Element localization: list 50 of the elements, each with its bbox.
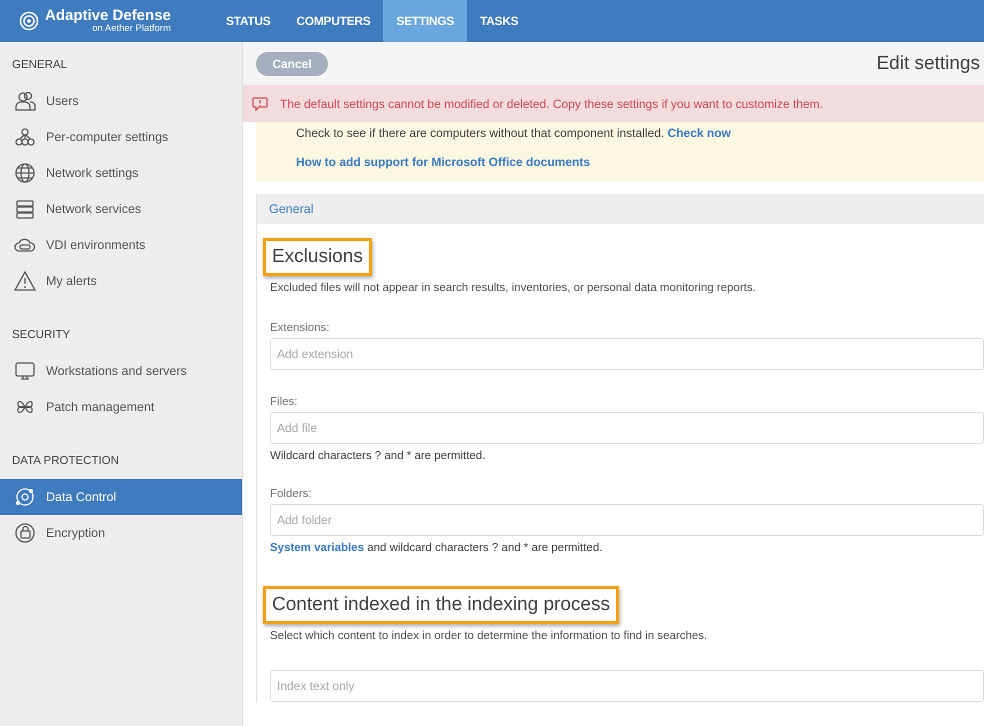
notice-text: Check to see if there are computers without that component installed. Check now [296, 126, 732, 140]
sidebar-item[interactable]: Users [0, 83, 242, 119]
section-heading: Exclusions [263, 238, 372, 276]
sidebar-item[interactable]: Workstations and servers [0, 353, 242, 389]
sidebar-item[interactable]: Network settings [0, 155, 242, 191]
sidebar-item[interactable]: Network services [0, 191, 242, 227]
field-hint: System variables and wildcard characters ? and * are permitted. [270, 542, 604, 554]
nav-tab[interactable]: SETTINGS [383, 0, 468, 42]
nav-tab[interactable]: COMPUTERS [283, 0, 384, 42]
speech-bubble-icon [252, 96, 268, 110]
field-label: Extensions: [270, 322, 330, 334]
section-header-title[interactable]: General [269, 202, 314, 216]
sidebar-item[interactable]: Patch management [0, 389, 242, 425]
globe-icon [14, 162, 36, 184]
input-field[interactable]: Index text only [270, 670, 984, 702]
network-nodes-icon [14, 126, 36, 148]
sidebar-section-title: DATA PROTECTION [11, 454, 120, 469]
warning-icon [14, 270, 36, 292]
field-label: Folders: [270, 488, 313, 500]
nav-tab[interactable]: TASKS [467, 0, 532, 42]
brand-subtitle: on Aether Platform [92, 24, 171, 34]
sidebar-item[interactable]: My alerts [0, 263, 242, 299]
cancel-button[interactable]: Cancel [256, 52, 328, 76]
help-link[interactable]: How to add support for Microsoft Office documents [296, 155, 590, 169]
monitor-icon [14, 360, 36, 382]
sidebar-item[interactable]: VDI environments [0, 227, 242, 263]
alert-message: The default settings cannot be modified or deleted. Copy these settings if you want to customize them. [280, 96, 823, 110]
field-hint: Wildcard characters ? and * are permitted. [270, 450, 486, 462]
data-control-icon [14, 486, 36, 508]
sidebar-item[interactable]: Data Control [0, 479, 242, 515]
check-now-link[interactable]: Check now [668, 126, 731, 140]
input-field[interactable]: Add extension [270, 338, 984, 370]
section-description: Select which content to index in order to determine the information to find in searches. [269, 630, 708, 642]
input-field[interactable]: Add folder [270, 504, 984, 536]
page-title: Edit settings [876, 52, 980, 74]
input-field[interactable]: Add file [270, 412, 984, 444]
system-variables-link[interactable]: System variables [270, 542, 364, 554]
section-heading: Content indexed in the indexing process [263, 586, 620, 624]
sidebar-item[interactable]: Encryption [0, 515, 242, 551]
brand-name: Adaptive Defense [45, 8, 171, 24]
section-description: Excluded files will not appear in search results, inventories, or personal data monitoring reports. [269, 282, 757, 294]
logo-icon [19, 11, 39, 31]
sidebar-section-title: GENERAL [11, 58, 68, 73]
server-icon [14, 198, 36, 220]
nav-tab[interactable]: STATUS [213, 0, 284, 42]
encryption-icon [14, 522, 36, 544]
users-icon [14, 90, 36, 112]
sidebar-item[interactable]: Per-computer settings [0, 119, 242, 155]
sidebar-section-title: SECURITY [11, 328, 72, 343]
field-label: Files: [270, 396, 298, 408]
